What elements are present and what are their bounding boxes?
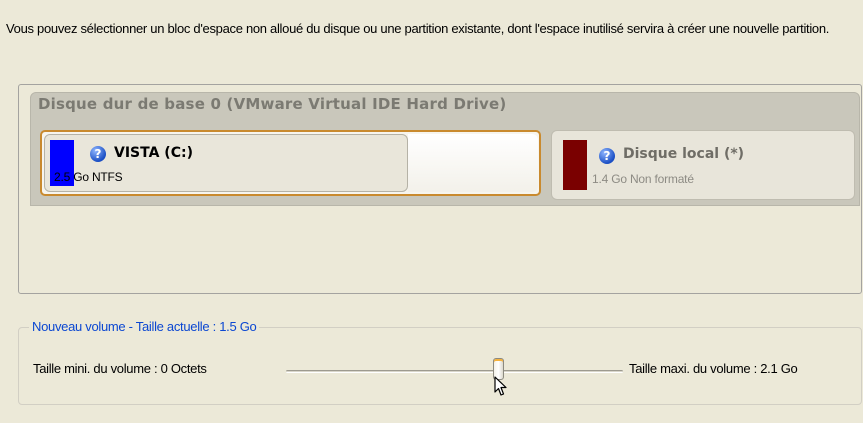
partition-vista-free-space[interactable] xyxy=(408,134,538,192)
help-icon[interactable]: ? xyxy=(90,146,106,162)
help-icon[interactable]: ? xyxy=(599,148,615,164)
volume-size-slider-track[interactable] xyxy=(286,370,623,373)
partition-detail: 1.4 Go Non formaté xyxy=(592,172,694,186)
partition-detail: 2.5 Go NTFS xyxy=(54,170,123,184)
partition-color-swatch xyxy=(563,140,587,190)
partition-local[interactable] xyxy=(551,130,855,200)
min-size-label: Taille mini. du volume : 0 Octets xyxy=(33,361,207,376)
partition-name: VISTA (C:) xyxy=(114,145,193,161)
mouse-cursor-icon xyxy=(494,376,507,396)
max-size-label: Taille maxi. du volume : 2.1 Go xyxy=(629,361,798,376)
partition-name: Disque local (*) xyxy=(623,146,745,162)
disk-title: Disque dur de base 0 (VMware Virtual IDE… xyxy=(38,95,507,113)
new-volume-legend: Nouveau volume - Taille actuelle : 1.5 G… xyxy=(29,319,260,334)
instruction-text: Vous pouvez sélectionner un bloc d'espac… xyxy=(6,21,830,36)
